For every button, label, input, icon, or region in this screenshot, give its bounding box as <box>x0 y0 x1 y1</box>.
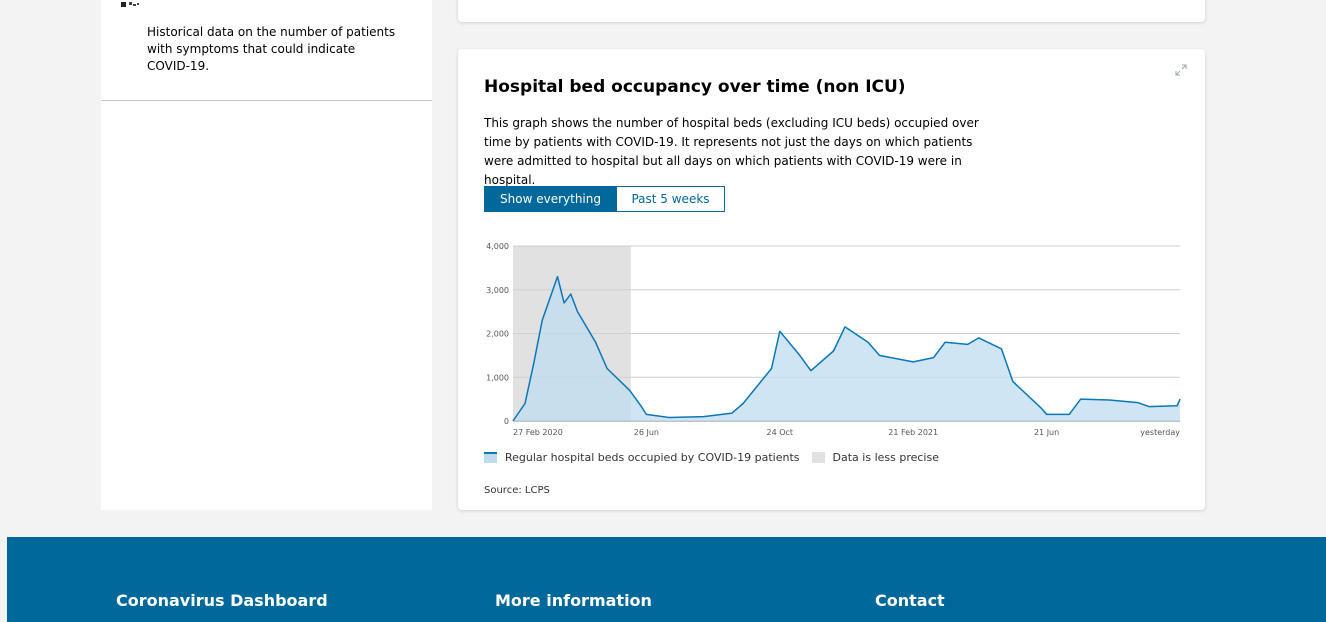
y-tick-label: 4,000 <box>486 242 509 251</box>
legend-swatch-shaded <box>811 452 825 463</box>
sidebar-item-description: Historical data on the number of patient… <box>147 25 396 73</box>
x-tick-label: 24 Oct <box>767 428 794 437</box>
symptoms-icon <box>121 2 139 7</box>
y-tick-label: 0 <box>504 417 509 426</box>
previous-card <box>458 0 1205 22</box>
legend-series-label: Regular hospital beds occupied by COVID-… <box>505 451 800 464</box>
past-5-weeks-button[interactable]: Past 5 weeks <box>616 187 724 211</box>
y-tick-label: 3,000 <box>486 286 509 295</box>
x-tick-label: yesterday <box>1140 428 1180 437</box>
time-range-toggle: Show everything Past 5 weeks <box>484 186 725 212</box>
legend-swatch-series <box>484 452 497 463</box>
x-tick-label: 27 Feb 2020 <box>513 428 563 437</box>
y-tick-label: 2,000 <box>486 330 509 339</box>
legend-shaded-label: Data is less precise <box>832 451 939 464</box>
chart-legend: Regular hospital beds occupied by COVID-… <box>484 451 939 464</box>
card-description: This graph shows the number of hospital … <box>484 116 979 187</box>
footer-heading-more-info: More information <box>495 591 652 610</box>
x-tick-label: 21 Jun <box>1034 428 1059 437</box>
sidebar: Historical data on the number of patient… <box>101 0 432 510</box>
occupancy-chart: 4,000 3,000 2,000 1,000 0 27 Feb 2020 26 Jun 24… <box>486 242 1181 437</box>
footer: Coronavirus Dashboard More information C… <box>7 537 1326 622</box>
card-title: Hospital bed occupancy over time (non IC… <box>484 77 906 97</box>
show-everything-button[interactable]: Show everything <box>485 187 616 211</box>
footer-heading-dashboard: Coronavirus Dashboard <box>116 591 328 610</box>
y-tick-label: 1,000 <box>486 373 509 382</box>
chart-source: Source: LCPS <box>484 485 550 496</box>
sidebar-item-symptoms[interactable]: Historical data on the number of patient… <box>101 0 432 101</box>
x-tick-label: 21 Feb 2021 <box>888 428 938 437</box>
hospital-bed-occupancy-card: Hospital bed occupancy over time (non IC… <box>458 49 1205 510</box>
footer-heading-contact: Contact <box>875 591 945 610</box>
x-tick-label: 26 Jun <box>634 428 659 437</box>
expand-icon[interactable] <box>1174 63 1188 77</box>
